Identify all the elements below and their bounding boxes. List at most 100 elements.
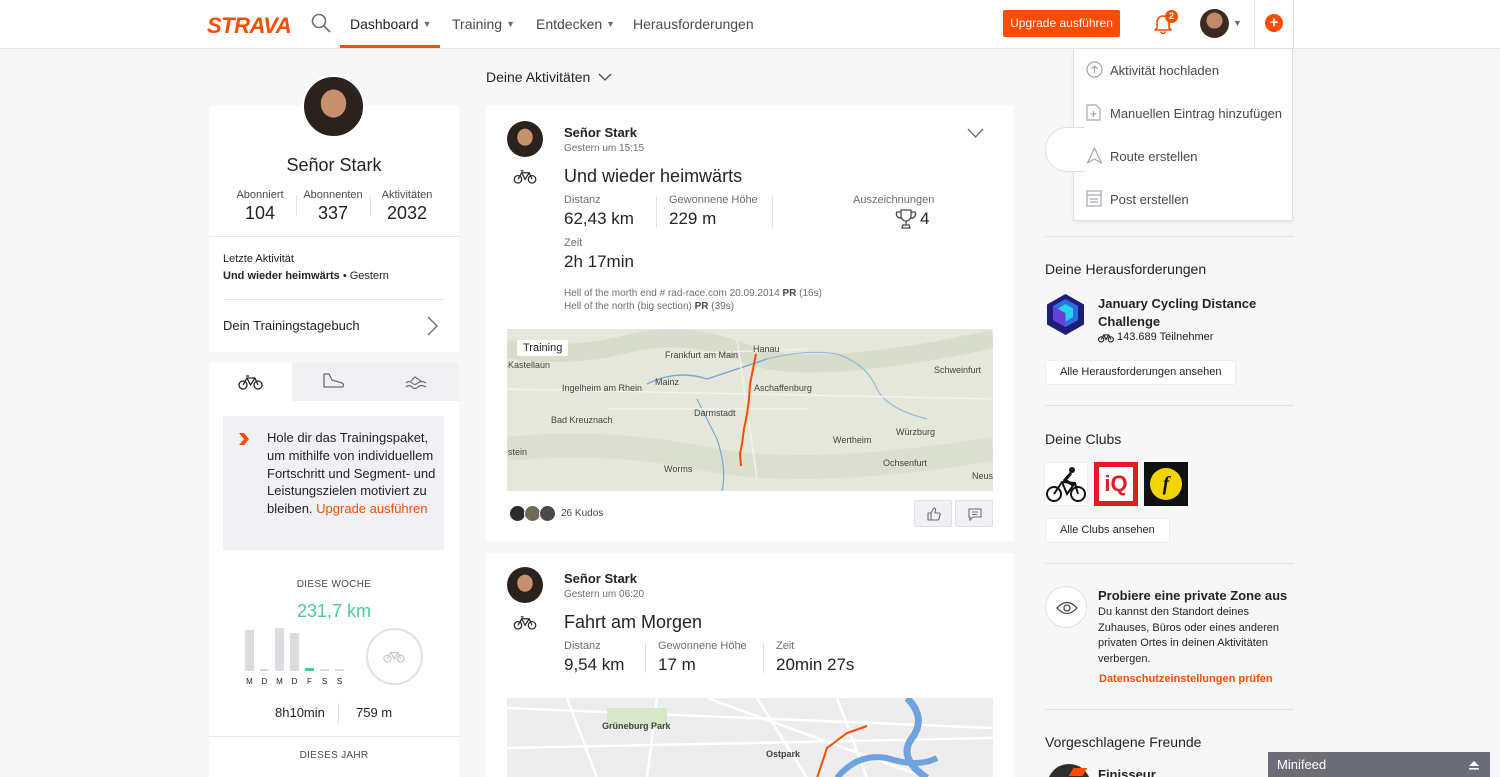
privacy-zone-widget bbox=[1045, 586, 1087, 628]
athlete-avatar[interactable] bbox=[507, 567, 543, 603]
metric-divider bbox=[645, 643, 646, 673]
strava-logo[interactable]: STRAVA bbox=[207, 13, 292, 39]
all-clubs-button[interactable]: Alle Clubs ansehen bbox=[1046, 519, 1169, 542]
athlete-name[interactable]: Señor Stark bbox=[564, 125, 637, 140]
metric-value: 20min 27s bbox=[776, 655, 855, 674]
menu-item-upload-activity[interactable]: Aktivität hochladen bbox=[1074, 49, 1292, 92]
menu-item-manual-entry[interactable]: Manuellen Eintrag hinzufügen bbox=[1074, 92, 1292, 135]
post-icon bbox=[1086, 190, 1102, 207]
club-logo[interactable] bbox=[1044, 462, 1088, 506]
profile-avatar[interactable] bbox=[302, 75, 365, 138]
minifeed-bar[interactable]: Minifeed bbox=[1268, 752, 1490, 777]
nav-entdecken[interactable]: Entdecken ▼ bbox=[536, 16, 615, 32]
create-dropdown-menu: Aktivität hochladen Manuellen Eintrag hi… bbox=[1073, 48, 1293, 221]
week-bar bbox=[245, 630, 254, 671]
privacy-zone-text: Du kannst den Standort deines Zuhauses, … bbox=[1098, 606, 1280, 665]
club-logo[interactable]: iQ bbox=[1094, 462, 1138, 506]
cyclist-icon bbox=[1046, 467, 1086, 502]
stat-value-followers[interactable]: 337 bbox=[296, 203, 370, 224]
promo-text: Hole dir das Trainingspaket, um mithilfe… bbox=[267, 430, 436, 517]
chevron-right-icon[interactable] bbox=[425, 315, 439, 337]
expand-icon[interactable] bbox=[1468, 758, 1480, 770]
challenge-badge-icon[interactable] bbox=[1045, 293, 1086, 336]
metric-value: 9,54 km bbox=[564, 655, 625, 674]
activity-time: Gestern um 15:15 bbox=[564, 143, 645, 154]
metric-value: 2h 17min bbox=[564, 252, 634, 271]
map-place-label: Ingelheim am Rhein bbox=[562, 383, 643, 393]
activity-title[interactable]: Und wieder heimwärts bbox=[564, 166, 742, 187]
upgrade-chevron-icon bbox=[239, 433, 249, 445]
kudos-avatar[interactable] bbox=[539, 505, 556, 522]
menu-item-create-route[interactable]: Route erstellen bbox=[1074, 135, 1292, 178]
map-background bbox=[507, 698, 993, 777]
profile-card bbox=[209, 106, 459, 352]
user-avatar[interactable] bbox=[1200, 9, 1229, 38]
friend-avatar[interactable] bbox=[1047, 764, 1091, 777]
map-place-label: stein bbox=[508, 447, 528, 457]
last-activity[interactable]: Und wieder heimwärts • Gestern bbox=[223, 270, 389, 282]
divider bbox=[1045, 236, 1294, 237]
divider bbox=[1045, 709, 1294, 710]
friend-avatar-accent bbox=[1068, 768, 1088, 776]
this-year-label: DIESES JAHR bbox=[299, 750, 369, 761]
clubs-title: Deine Clubs bbox=[1045, 431, 1122, 447]
menu-item-create-post[interactable]: Post erstellen bbox=[1074, 178, 1292, 221]
activity-map[interactable]: Grüneburg Park Ostpark bbox=[507, 698, 993, 777]
partially-hidden-widget bbox=[1045, 127, 1085, 172]
notification-badge: 2 bbox=[1165, 10, 1178, 23]
friend-name[interactable]: Finisseur bbox=[1098, 767, 1156, 777]
search-icon[interactable] bbox=[311, 13, 331, 33]
map-place-label: Würzburg bbox=[896, 427, 936, 437]
chevron-down-icon[interactable] bbox=[967, 128, 984, 139]
map-place-label: Bad Kreuznach bbox=[551, 415, 613, 425]
eye-icon bbox=[1056, 601, 1078, 615]
plus-icon[interactable]: + bbox=[1265, 14, 1283, 32]
privacy-settings-link[interactable]: Datenschutzeinstellungen prüfen bbox=[1099, 673, 1273, 685]
athlete-avatar[interactable] bbox=[507, 121, 543, 157]
swim-tab-icon[interactable] bbox=[405, 376, 427, 389]
route-icon bbox=[1086, 147, 1103, 164]
map-badge-training: Training bbox=[517, 340, 569, 356]
nav-training[interactable]: Training ▼ bbox=[452, 16, 515, 32]
metric-label: Gewonnene Höhe bbox=[669, 194, 758, 206]
comment-button[interactable] bbox=[955, 500, 993, 527]
bike-icon bbox=[513, 616, 537, 630]
map-place-label: Darmstadt bbox=[694, 408, 736, 418]
feed-title[interactable]: Deine Aktivitäten bbox=[486, 69, 612, 85]
week-bar bbox=[335, 669, 344, 671]
week-bar bbox=[290, 633, 299, 671]
kudos-count[interactable]: 26 Kudos bbox=[561, 508, 603, 519]
map-place-label: Kastellaun bbox=[508, 360, 551, 370]
bike-tab-icon[interactable] bbox=[238, 374, 263, 390]
club-logo[interactable]: f bbox=[1144, 462, 1188, 506]
divider bbox=[1045, 405, 1294, 406]
promo-upgrade-link[interactable]: Upgrade ausführen bbox=[316, 501, 427, 516]
map-place-label: Schweinfurt bbox=[934, 365, 982, 375]
week-distance: 231,7 km bbox=[296, 601, 372, 621]
activity-map[interactable]: Frankfurt am Main Hanau Kastellaun Mainz… bbox=[507, 329, 993, 491]
day-label: D bbox=[291, 677, 298, 686]
run-tab-icon[interactable] bbox=[321, 372, 345, 390]
activity-title[interactable]: Fahrt am Morgen bbox=[564, 612, 702, 633]
kudos-button[interactable] bbox=[914, 500, 952, 527]
map-place-label: Frankfurt am Main bbox=[665, 350, 739, 360]
stat-value-following[interactable]: 104 bbox=[223, 203, 297, 224]
stat-divider bbox=[338, 703, 339, 723]
day-label: S bbox=[336, 677, 343, 686]
nav-herausforderungen[interactable]: Herausforderungen bbox=[633, 16, 754, 32]
segment-effort[interactable]: Hell of the north (big section) PR (39s) bbox=[564, 301, 734, 312]
challenge-name[interactable]: January Cycling Distance Challenge bbox=[1098, 295, 1288, 331]
upgrade-button[interactable]: Upgrade ausführen bbox=[1003, 10, 1120, 37]
training-diary-link[interactable]: Dein Trainingstagebuch bbox=[223, 318, 360, 333]
athlete-name[interactable]: Señor Stark bbox=[564, 571, 637, 586]
club-logo-iq: iQ bbox=[1099, 467, 1133, 501]
bike-icon bbox=[1098, 334, 1114, 343]
profile-name[interactable]: Señor Stark bbox=[209, 155, 459, 176]
nav-dashboard[interactable]: Dashboard ▼ bbox=[350, 16, 431, 32]
stat-value-activities[interactable]: 2032 bbox=[370, 203, 444, 224]
all-challenges-button[interactable]: Alle Herausforderungen ansehen bbox=[1046, 361, 1236, 384]
segment-effort[interactable]: Hell of the morth end # rad-race.com 20.… bbox=[564, 288, 822, 299]
divider bbox=[223, 299, 444, 300]
chevron-down-icon[interactable]: ▼ bbox=[1233, 18, 1242, 28]
metric-value: 17 m bbox=[658, 655, 696, 674]
